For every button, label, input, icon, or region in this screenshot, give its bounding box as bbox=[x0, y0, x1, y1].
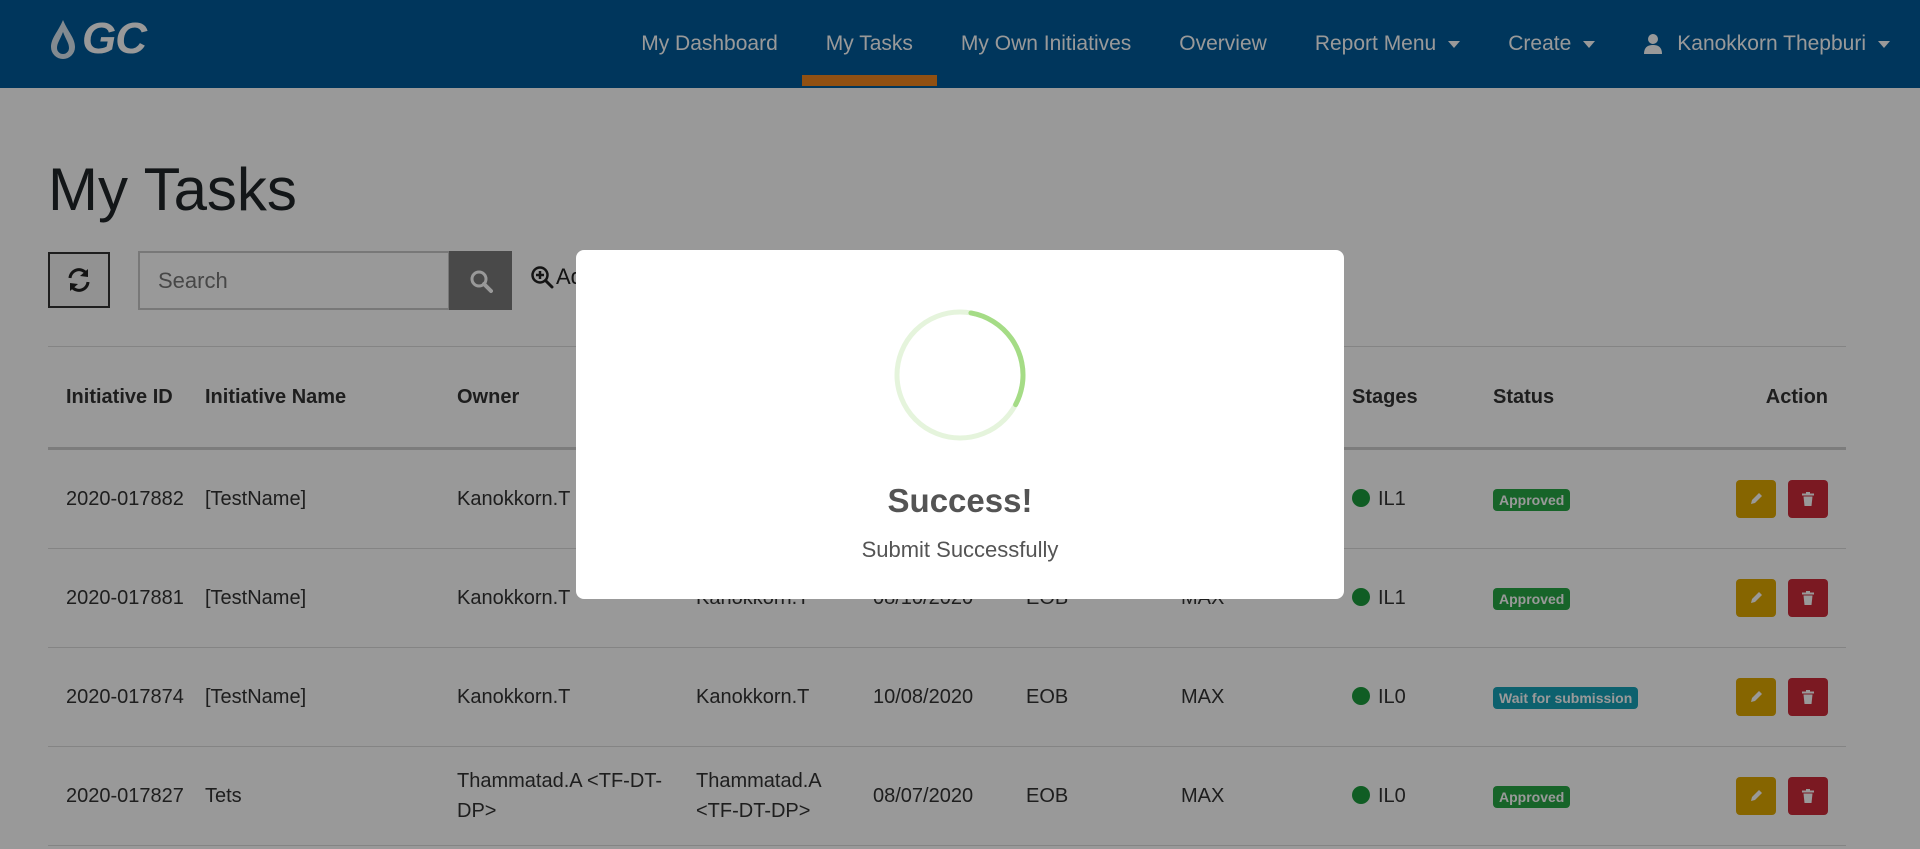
modal-title: Success! bbox=[887, 482, 1033, 519]
modal-message: Submit Successfully bbox=[861, 537, 1059, 562]
success-modal: Success! Submit Successfully bbox=[576, 250, 1344, 599]
loading-spinner-icon bbox=[894, 309, 1026, 441]
